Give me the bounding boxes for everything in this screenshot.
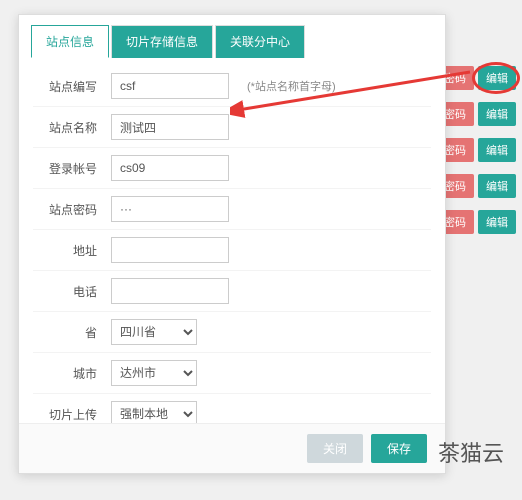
field-province: 省 四川省	[33, 312, 431, 353]
label-site-password: 站点密码	[33, 201, 111, 218]
label-address: 地址	[33, 242, 111, 259]
field-site-password: 站点密码	[33, 189, 431, 230]
field-city: 城市 达州市	[33, 353, 431, 394]
close-button[interactable]: 关闭	[307, 434, 363, 463]
edit-button[interactable]: 编辑	[478, 102, 516, 126]
label-site-name: 站点名称	[33, 119, 111, 136]
field-site-code: 站点编写 (*站点名称首字母)	[33, 66, 431, 107]
tab-slice-storage[interactable]: 切片存储信息	[111, 25, 213, 58]
select-slice-upload[interactable]: 强制本地	[111, 401, 197, 423]
label-slice-upload: 切片上传	[33, 406, 111, 423]
edit-site-modal: 站点信息 切片存储信息 关联分中心 站点编写 (*站点名称首字母) 站点名称 登…	[18, 14, 446, 474]
input-phone[interactable]	[111, 278, 229, 304]
save-button[interactable]: 保存	[371, 434, 427, 463]
tab-related-center[interactable]: 关联分中心	[215, 25, 305, 58]
input-login-account[interactable]	[111, 155, 229, 181]
annotation-ellipse	[472, 62, 520, 94]
select-city[interactable]: 达州市	[111, 360, 197, 386]
field-slice-upload: 切片上传 强制本地	[33, 394, 431, 423]
input-site-code[interactable]	[111, 73, 229, 99]
field-site-name: 站点名称	[33, 107, 431, 148]
input-site-password[interactable]	[111, 196, 229, 222]
label-province: 省	[33, 324, 111, 341]
edit-button[interactable]: 编辑	[478, 210, 516, 234]
edit-button[interactable]: 编辑	[478, 138, 516, 162]
label-phone: 电话	[33, 283, 111, 300]
edit-button[interactable]: 编辑	[478, 174, 516, 198]
field-login-account: 登录帐号	[33, 148, 431, 189]
watermark-text: 茶猫云	[438, 436, 504, 468]
hint-site-code: (*站点名称首字母)	[247, 78, 336, 94]
site-form: 站点编写 (*站点名称首字母) 站点名称 登录帐号 站点密码 地址 电话 省 四…	[19, 58, 445, 423]
field-address: 地址	[33, 230, 431, 271]
modal-tabs: 站点信息 切片存储信息 关联分中心	[19, 15, 445, 58]
input-address[interactable]	[111, 237, 229, 263]
label-login-account: 登录帐号	[33, 160, 111, 177]
field-phone: 电话	[33, 271, 431, 312]
input-site-name[interactable]	[111, 114, 229, 140]
modal-footer: 关闭 保存	[19, 423, 445, 473]
tab-site-info[interactable]: 站点信息	[31, 25, 109, 58]
label-site-code: 站点编写	[33, 78, 111, 95]
label-city: 城市	[33, 365, 111, 382]
select-province[interactable]: 四川省	[111, 319, 197, 345]
